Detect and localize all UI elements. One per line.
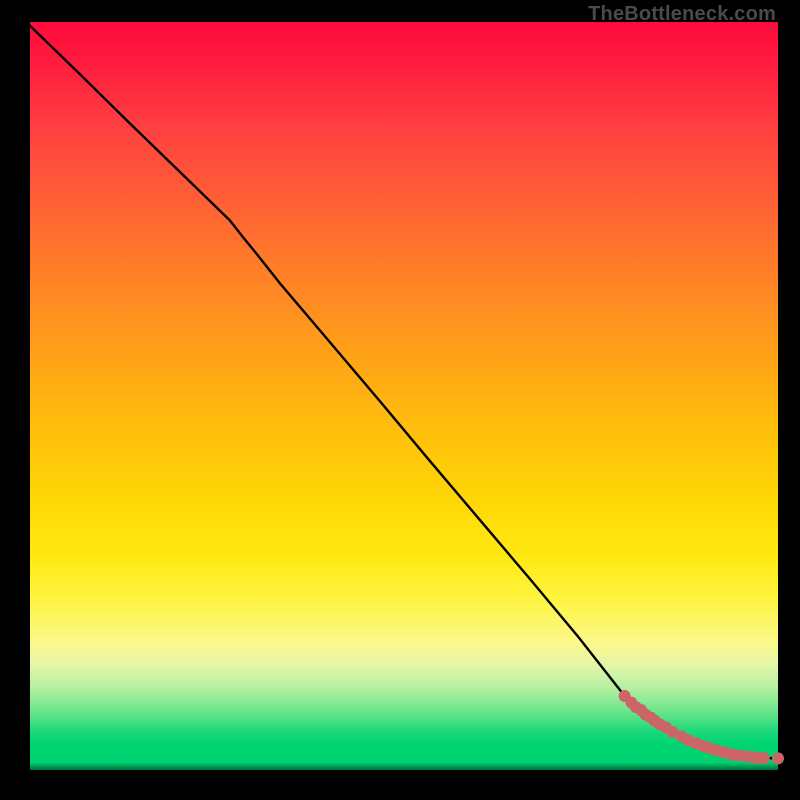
scatter-point — [772, 752, 784, 764]
scatter-point — [758, 752, 770, 764]
chart-container: TheBottleneck.com — [0, 0, 800, 800]
watermark-text: TheBottleneck.com — [588, 3, 776, 26]
scatter-points — [619, 690, 784, 764]
line-curve — [30, 26, 778, 759]
chart-overlay — [30, 22, 778, 770]
curve-path — [30, 26, 778, 759]
plot-area — [30, 22, 778, 770]
